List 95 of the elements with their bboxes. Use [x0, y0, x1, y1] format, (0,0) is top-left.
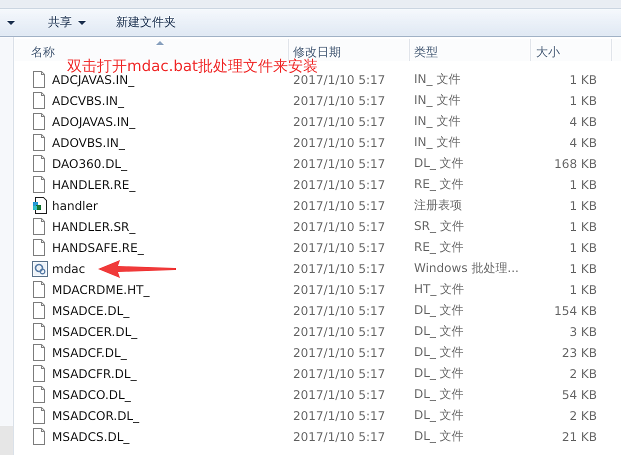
date-cell-text: 2017/1/10 5:17 [292, 136, 386, 150]
file-name[interactable]: ADCVBS.IN_ [52, 94, 124, 108]
date-cell-text: 2017/1/10 5:17 [292, 408, 386, 422]
file-name[interactable]: HANDLER.SR_ [52, 220, 136, 234]
size-cell-text: 154 KB [553, 304, 598, 318]
type-cell-text: IN_ 文件 [413, 92, 462, 109]
file-name[interactable]: MSADCOR.DL_ [52, 408, 140, 422]
file-icon [32, 71, 48, 88]
file-icon [32, 113, 48, 130]
type-cell-text: IN_ 文件 [413, 113, 462, 130]
size-cell-text: 1 KB [568, 282, 598, 296]
type-cell-text: HT_ 文件 [413, 281, 466, 298]
date-cell-text: 2017/1/10 5:17 [292, 94, 386, 108]
date-cell-text: 2017/1/10 5:17 [292, 346, 386, 360]
date-cell-text: 2017/1/10 5:17 [292, 156, 386, 170]
size-cell-text: 54 KB [560, 388, 598, 402]
type-cell-text: IN_ 文件 [413, 134, 462, 151]
file-name[interactable]: handler [52, 198, 98, 212]
file-name[interactable]: HANDLER.RE_ [52, 178, 136, 192]
file-icon [32, 239, 48, 256]
file-icon [32, 92, 48, 109]
file-icon [32, 386, 48, 403]
file-name[interactable]: MSADCER.DL_ [52, 324, 138, 338]
file-name[interactable]: DAO360.DL_ [52, 156, 128, 170]
file-name[interactable]: MSADCF.DL_ [52, 346, 127, 360]
type-cell-text: 注册表项 [413, 197, 463, 214]
column-header[interactable]: 大小 [531, 39, 612, 61]
date-cell-text: 2017/1/10 5:17 [292, 366, 386, 380]
caret-icon[interactable] [7, 20, 15, 24]
size-cell-text: 1 KB [568, 72, 598, 86]
file-name[interactable]: ADCJAVAS.IN_ [52, 72, 134, 86]
date-cell-text: 2017/1/10 5:17 [293, 72, 386, 86]
size-cell-text: 4 KB [568, 114, 598, 128]
file-icon [32, 155, 48, 172]
size-cell-text: 1 KB [568, 94, 598, 108]
file-name[interactable]: HANDSAFE.RE_ [52, 240, 144, 254]
size-cell-text: 1 KB [568, 262, 598, 276]
date-cell-text: 2017/1/10 5:17 [292, 198, 386, 212]
file-icon [32, 218, 48, 235]
type-cell-text: DL_ 文件 [413, 323, 465, 340]
sort-arrow-icon [156, 41, 164, 45]
file-icon [32, 428, 48, 445]
toolbar-button[interactable]: 共享 [40, 11, 94, 34]
size-cell-text: 21 KB [560, 430, 598, 444]
file-icon [32, 323, 48, 340]
file-icon [32, 302, 48, 319]
size-cell-text: 2 KB [568, 408, 598, 422]
file-icon [32, 134, 48, 151]
type-cell-text: DL_ 文件 [413, 302, 465, 319]
size-cell-text: 1 KB [568, 220, 598, 234]
type-cell-text: DL_ 文件 [413, 155, 465, 172]
date-cell-text: 2017/1/10 5:17 [292, 240, 386, 254]
date-cell-text: 2017/1/10 5:17 [292, 304, 386, 318]
file-name[interactable]: mdac [52, 262, 86, 276]
date-cell-text: 2017/1/10 5:17 [292, 430, 386, 444]
type-cell-text: DL_ 文件 [413, 386, 465, 403]
size-cell-text: 4 KB [568, 136, 598, 150]
type-cell-text: DL_ 文件 [413, 407, 465, 424]
file-name[interactable]: MSADCO.DL_ [52, 388, 131, 402]
file-name[interactable]: MSADCE.DL_ [52, 304, 130, 318]
date-cell-text: 2017/1/10 5:17 [292, 324, 386, 338]
file-name[interactable]: MSADCS.DL_ [52, 430, 130, 444]
file-name[interactable]: ADOVBS.IN_ [52, 136, 125, 150]
file-name[interactable]: ADOJAVAS.IN_ [52, 114, 136, 128]
size-cell-text: 1 KB [568, 240, 598, 254]
size-cell-text: 168 KB [553, 156, 598, 170]
type-cell-text: DL_ 文件 [413, 365, 465, 382]
type-cell-text: SR_ 文件 [413, 218, 465, 235]
registry-file-icon [32, 197, 48, 214]
date-cell-text: 2017/1/10 5:17 [292, 262, 386, 276]
date-cell-text: 2017/1/10 5:17 [292, 178, 386, 192]
file-icon [32, 407, 48, 424]
size-cell-text: 1 KB [568, 198, 598, 212]
size-cell-text: 23 KB [560, 346, 598, 360]
size-cell-text: 1 KB [568, 178, 598, 192]
file-icon [32, 365, 48, 382]
file-name[interactable]: MSADCFR.DL_ [52, 366, 137, 380]
size-cell-text: 2 KB [568, 366, 598, 380]
file-icon [32, 176, 48, 193]
file-name[interactable]: MDACRDME.HT_ [52, 282, 150, 296]
type-cell-text: DL_ 文件 [413, 428, 465, 445]
date-cell-text: 2017/1/10 5:17 [292, 220, 386, 234]
file-icon [32, 344, 48, 361]
date-cell-text: 2017/1/10 5:17 [292, 282, 386, 296]
type-cell-text: RE_ 文件 [413, 239, 465, 256]
type-cell-text: DL_ 文件 [413, 344, 465, 361]
column-header[interactable]: 类型 [410, 39, 531, 61]
toolbar-button[interactable]: 新建文件夹 [108, 11, 184, 34]
type-cell-text: Windows 批处理... [413, 260, 520, 277]
size-cell-text: 3 KB [568, 324, 598, 338]
date-cell-text: 2017/1/10 5:17 [292, 114, 386, 128]
date-cell-text: 2017/1/10 5:17 [292, 388, 386, 402]
type-cell-text: RE_ 文件 [413, 176, 465, 193]
type-cell-text: IN_ 文件 [413, 71, 462, 88]
file-icon [32, 281, 48, 298]
